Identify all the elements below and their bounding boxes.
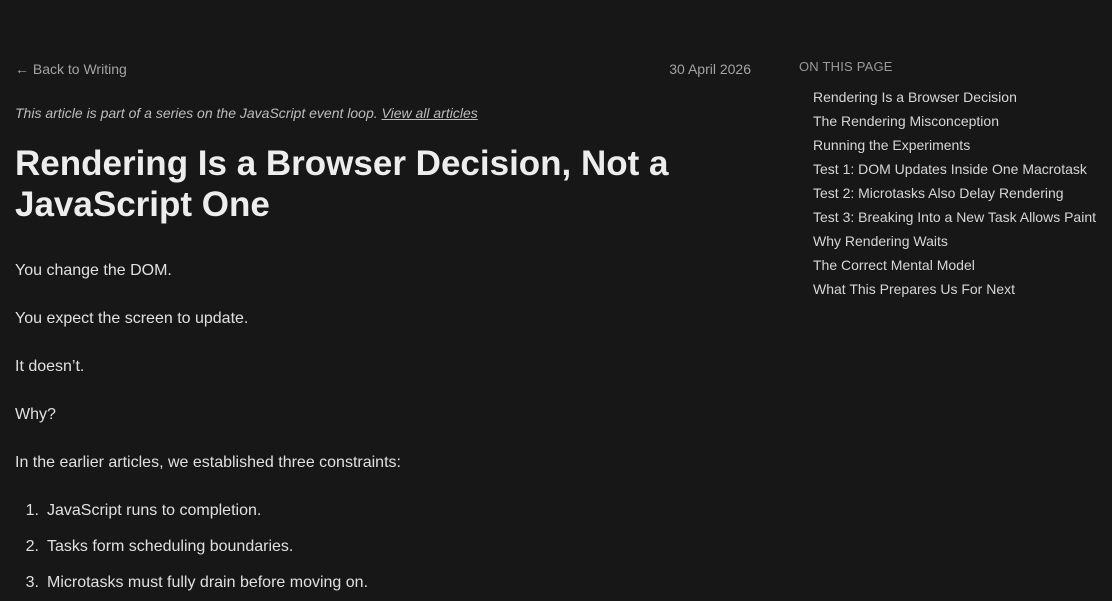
article-title: Rendering Is a Browser Decision, Not a J… xyxy=(15,144,669,224)
series-note-text: This article is part of a series on the … xyxy=(15,105,378,121)
paragraph: You expect the screen to update. xyxy=(15,310,249,327)
page: ← Back to Writing 30 April 2026 This art… xyxy=(0,0,1112,601)
list-item: 2. Tasks form scheduling boundaries. xyxy=(15,538,294,556)
toc-item[interactable]: Why Rendering Waits xyxy=(813,229,1109,253)
list-item-text: Microtasks must fully drain before movin… xyxy=(47,574,369,591)
list-item-text: Tasks form scheduling boundaries. xyxy=(47,538,294,555)
article-topbar: ← Back to Writing 30 April 2026 xyxy=(15,61,751,81)
paragraph: Why? xyxy=(15,406,56,423)
list-number: 1. xyxy=(25,502,39,519)
publish-date: 30 April 2026 xyxy=(669,61,751,77)
back-to-writing-link[interactable]: ← Back to Writing xyxy=(15,61,127,77)
table-of-contents: ON THIS PAGE Rendering Is a Browser Deci… xyxy=(799,59,1109,301)
toc-item[interactable]: The Correct Mental Model xyxy=(813,253,1109,277)
toc-item[interactable]: What This Prepares Us For Next xyxy=(813,277,1109,301)
list-number: 3. xyxy=(25,574,39,591)
paragraph: You change the DOM. xyxy=(15,262,172,279)
toc-heading: ON THIS PAGE xyxy=(799,59,893,74)
toc-item[interactable]: Running the Experiments xyxy=(813,133,1109,157)
paragraph: In the earlier articles, we established … xyxy=(15,454,401,471)
paragraph: It doesn’t. xyxy=(15,358,85,375)
toc-item[interactable]: Test 2: Microtasks Also Delay Rendering xyxy=(813,181,1109,205)
toc-item[interactable]: The Rendering Misconception xyxy=(813,109,1109,133)
list-item-text: JavaScript runs to completion. xyxy=(47,502,262,519)
list-item: 3. Microtasks must fully drain before mov… xyxy=(15,574,368,592)
list-number: 2. xyxy=(25,538,39,555)
series-note: This article is part of a series on the … xyxy=(15,105,478,121)
view-all-articles-link[interactable]: View all articles xyxy=(382,105,478,121)
toc-item[interactable]: Rendering Is a Browser Decision xyxy=(813,85,1109,109)
toc-item[interactable]: Test 3: Breaking Into a New Task Allows … xyxy=(813,205,1109,229)
toc-item[interactable]: Test 1: DOM Updates Inside One Macrotask xyxy=(813,157,1109,181)
list-item: 1. JavaScript runs to completion. xyxy=(15,502,262,520)
